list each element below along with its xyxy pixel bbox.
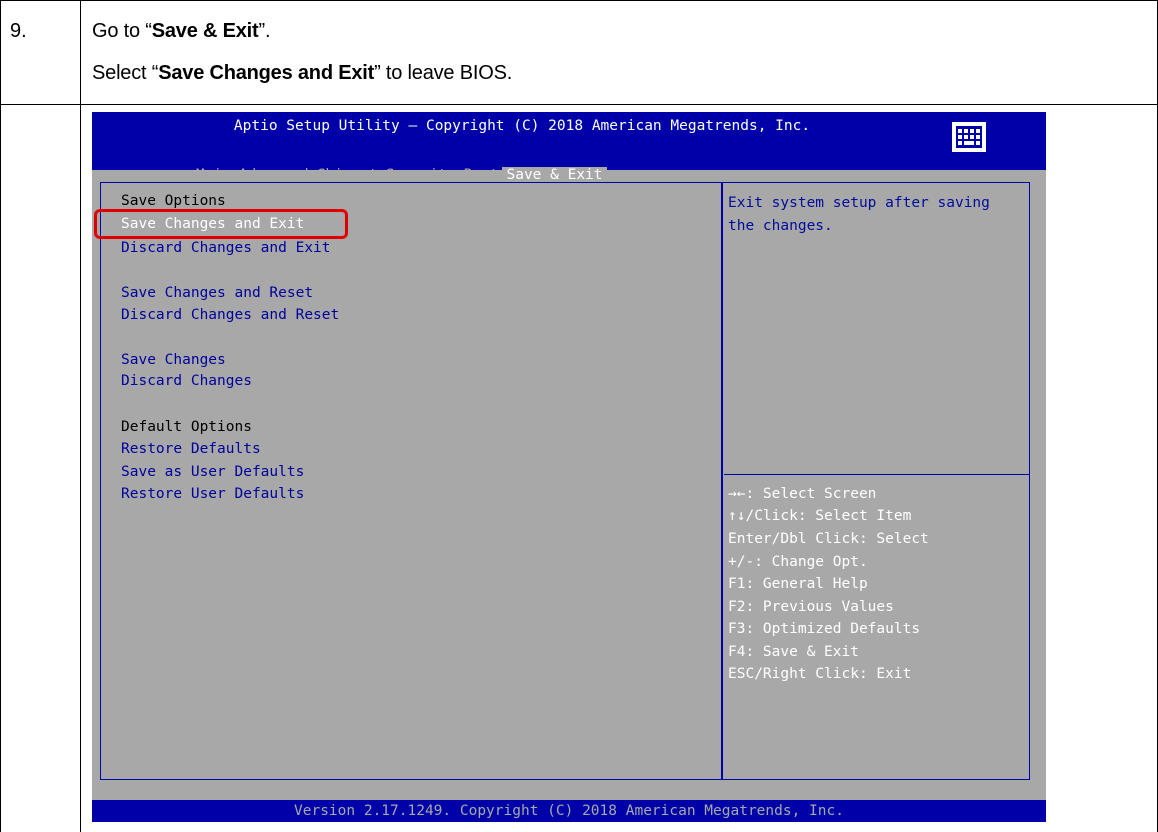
key-help-line: F4: Save & Exit: [728, 644, 859, 660]
step-number: 9.: [10, 20, 27, 42]
help-panel: [722, 182, 1030, 780]
tab-main[interactable]: Main: [192, 167, 235, 183]
menu-item-discard-changes-and-exit[interactable]: Discard Changes and Exit: [121, 240, 331, 256]
menu-item-restore-defaults[interactable]: Restore Defaults: [121, 441, 261, 457]
instruction-line-1: Go to “Save & Exit”.: [92, 20, 271, 43]
tab-chipset[interactable]: Chipset: [313, 167, 382, 183]
key-help-line: ESC/Right Click: Exit: [728, 666, 912, 682]
bios-screen: Aptio Setup Utility – Copyright (C) 2018…: [92, 112, 1046, 822]
menu-item-restore-user-defaults[interactable]: Restore User Defaults: [121, 486, 304, 502]
table-border-top: [0, 0, 1158, 1]
menu-panel: [100, 182, 722, 780]
instruction-table: 9. Go to “Save & Exit”. Select “Save Cha…: [0, 0, 1158, 832]
key-help-line: +/-: Change Opt.: [728, 554, 868, 570]
table-border-row: [0, 104, 1158, 105]
menu-item-save-changes[interactable]: Save Changes: [121, 352, 226, 368]
menu-item-save-changes-and-reset[interactable]: Save Changes and Reset: [121, 285, 313, 301]
instruction-text: Select “: [92, 62, 159, 84]
help-description-line: Exit system setup after saving: [728, 195, 990, 211]
help-divider: [724, 474, 1030, 475]
bios-version-text: Version 2.17.1249. Copyright (C) 2018 Am…: [294, 803, 844, 819]
key-help-line: →←: Select Screen: [728, 486, 877, 502]
bios-header: Aptio Setup Utility – Copyright (C) 2018…: [92, 112, 1046, 183]
bios-title: Aptio Setup Utility – Copyright (C) 2018…: [233, 118, 811, 134]
table-border-left: [0, 0, 1, 832]
keyboard-icon[interactable]: [952, 122, 986, 152]
tab-security[interactable]: Security: [382, 167, 460, 183]
highlight-box: [94, 209, 348, 239]
key-help-line: F2: Previous Values: [728, 599, 894, 615]
key-help-line: ↑↓/Click: Select Item: [728, 508, 912, 524]
menu-item-save-as-user-defaults[interactable]: Save as User Defaults: [121, 464, 304, 480]
key-help-line: Enter/Dbl Click: Select: [728, 531, 929, 547]
instruction-bold: Save Changes and Exit: [158, 62, 375, 84]
instruction-text: ”.: [258, 20, 271, 42]
tab-advanced[interactable]: Advanced: [235, 167, 313, 183]
default-options-heading: Default Options: [121, 419, 252, 435]
table-border-col: [80, 0, 81, 832]
menu-item-discard-changes-and-reset[interactable]: Discard Changes and Reset: [121, 307, 339, 323]
key-help-line: F3: Optimized Defaults: [728, 621, 921, 637]
menu-item-discard-changes[interactable]: Discard Changes: [121, 373, 252, 389]
instruction-bold: Save & Exit: [151, 20, 259, 42]
tab-save-exit[interactable]: Save & Exit: [502, 167, 607, 183]
help-description-line: the changes.: [728, 218, 833, 234]
instruction-line-2: Select “Save Changes and Exit” to leave …: [92, 62, 512, 85]
instruction-text: ” to leave BIOS.: [374, 62, 513, 84]
bios-footer: Version 2.17.1249. Copyright (C) 2018 Am…: [92, 800, 1046, 822]
instruction-text: Go to “: [92, 20, 152, 42]
tab-boot[interactable]: Boot: [460, 167, 503, 183]
key-help-line: F1: General Help: [728, 576, 868, 592]
save-options-heading: Save Options: [121, 193, 226, 209]
